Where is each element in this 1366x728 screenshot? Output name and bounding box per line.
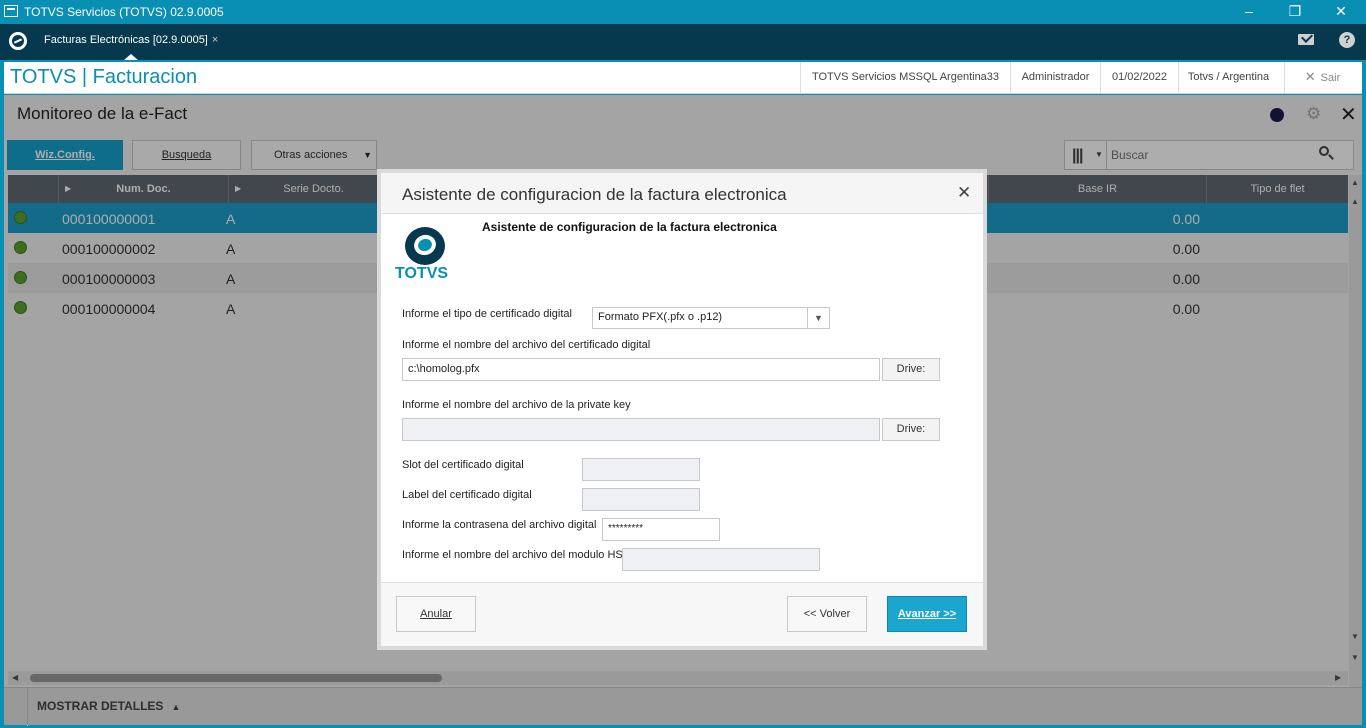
exit-label: Sair: [1320, 72, 1341, 84]
minimize-button[interactable]: –: [1226, 0, 1272, 24]
next-button[interactable]: Avanzar >>: [887, 596, 967, 632]
dialog-footer: Anular << Volver Avanzar >>: [381, 582, 983, 646]
app-window-icon: [4, 5, 18, 17]
tab-bar: Facturas Electrónicas [02.9.0005] × ?: [0, 24, 1366, 60]
close-icon[interactable]: ✕: [957, 183, 971, 203]
hsm-label: Informe el nombre del archivo del modulo…: [402, 549, 632, 561]
cert-type-value: Formato PFX(.pfx o .p12): [598, 311, 723, 323]
totvs-logo: TOTVS: [395, 225, 454, 285]
user-info[interactable]: Administrador: [1010, 62, 1100, 94]
key-file-input[interactable]: [402, 418, 880, 441]
wizard-heading: Asistente de configuracion de la factura…: [482, 220, 777, 234]
window-title: TOTVS Servicios (TOTVS) 02.9.0005: [24, 5, 224, 19]
company-info[interactable]: Totvs / Argentina: [1178, 62, 1278, 94]
config-wizard-dialog: Asistente de configuracion de la factura…: [377, 169, 987, 650]
tab-close-icon[interactable]: ×: [212, 34, 218, 46]
back-button[interactable]: << Volver: [787, 596, 867, 632]
totvs-logo-icon: [405, 227, 445, 265]
password-field[interactable]: *********: [602, 518, 720, 541]
password-label: Informe la contrasena del archivo digita…: [402, 519, 597, 531]
totvs-logo-text: TOTVS: [395, 265, 449, 282]
cert-file-input[interactable]: c:\homolog.pfx: [402, 358, 880, 381]
exit-icon: ✕: [1304, 69, 1316, 84]
back-label: << Volver: [803, 608, 851, 620]
tab-facturas-electronicas[interactable]: Facturas Electrónicas [02.9.0005] ×: [36, 24, 226, 60]
cert-drive-button[interactable]: Drive:: [882, 358, 940, 381]
dialog-title: Asistente de configuracion de la factura…: [402, 185, 787, 204]
slot-input[interactable]: [582, 458, 700, 481]
totvs-logo-icon[interactable]: [9, 32, 27, 50]
mail-icon[interactable]: [1298, 34, 1314, 45]
window-titlebar: TOTVS Servicios (TOTVS) 02.9.0005 – ❐ ✕: [0, 0, 1366, 24]
cancel-label: Anular: [420, 608, 452, 620]
cert-type-label: Informe el tipo de certificado digital: [402, 308, 572, 320]
tab-label: Facturas Electrónicas [02.9.0005]: [44, 34, 208, 46]
cancel-button[interactable]: Anular: [396, 596, 476, 632]
slot-label: Slot del certificado digital: [402, 459, 524, 471]
cert-type-select[interactable]: Formato PFX(.pfx o .p12) ▼: [592, 307, 830, 329]
close-window-button[interactable]: ✕: [1318, 0, 1364, 24]
environment-info[interactable]: TOTVS Servicios MSSQL Argentina33: [800, 62, 1010, 94]
help-icon[interactable]: ?: [1339, 32, 1355, 48]
cert-file-label: Informe el nombre del archivo del certif…: [402, 339, 651, 351]
active-tab-indicator: [124, 54, 138, 60]
key-file-label: Informe el nombre del archivo de la priv…: [402, 399, 631, 411]
dialog-header: Asistente de configuracion de la factura…: [381, 173, 983, 214]
app-brand: TOTVS | Facturacion: [10, 66, 198, 88]
key-drive-button[interactable]: Drive:: [882, 418, 940, 441]
date-info[interactable]: 01/02/2022: [1100, 62, 1178, 94]
cert-label-label: Label del certificado digital: [402, 489, 532, 501]
hsm-input[interactable]: [622, 548, 820, 571]
chevron-down-icon[interactable]: ▼: [807, 308, 829, 328]
app-header: TOTVS | Facturacion TOTVS Servicios MSSQ…: [4, 62, 1362, 94]
cert-label-input[interactable]: [582, 488, 700, 511]
restore-button[interactable]: ❐: [1272, 0, 1318, 24]
next-label: Avanzar >>: [897, 608, 957, 620]
exit-button[interactable]: ✕ Sair: [1284, 62, 1360, 94]
